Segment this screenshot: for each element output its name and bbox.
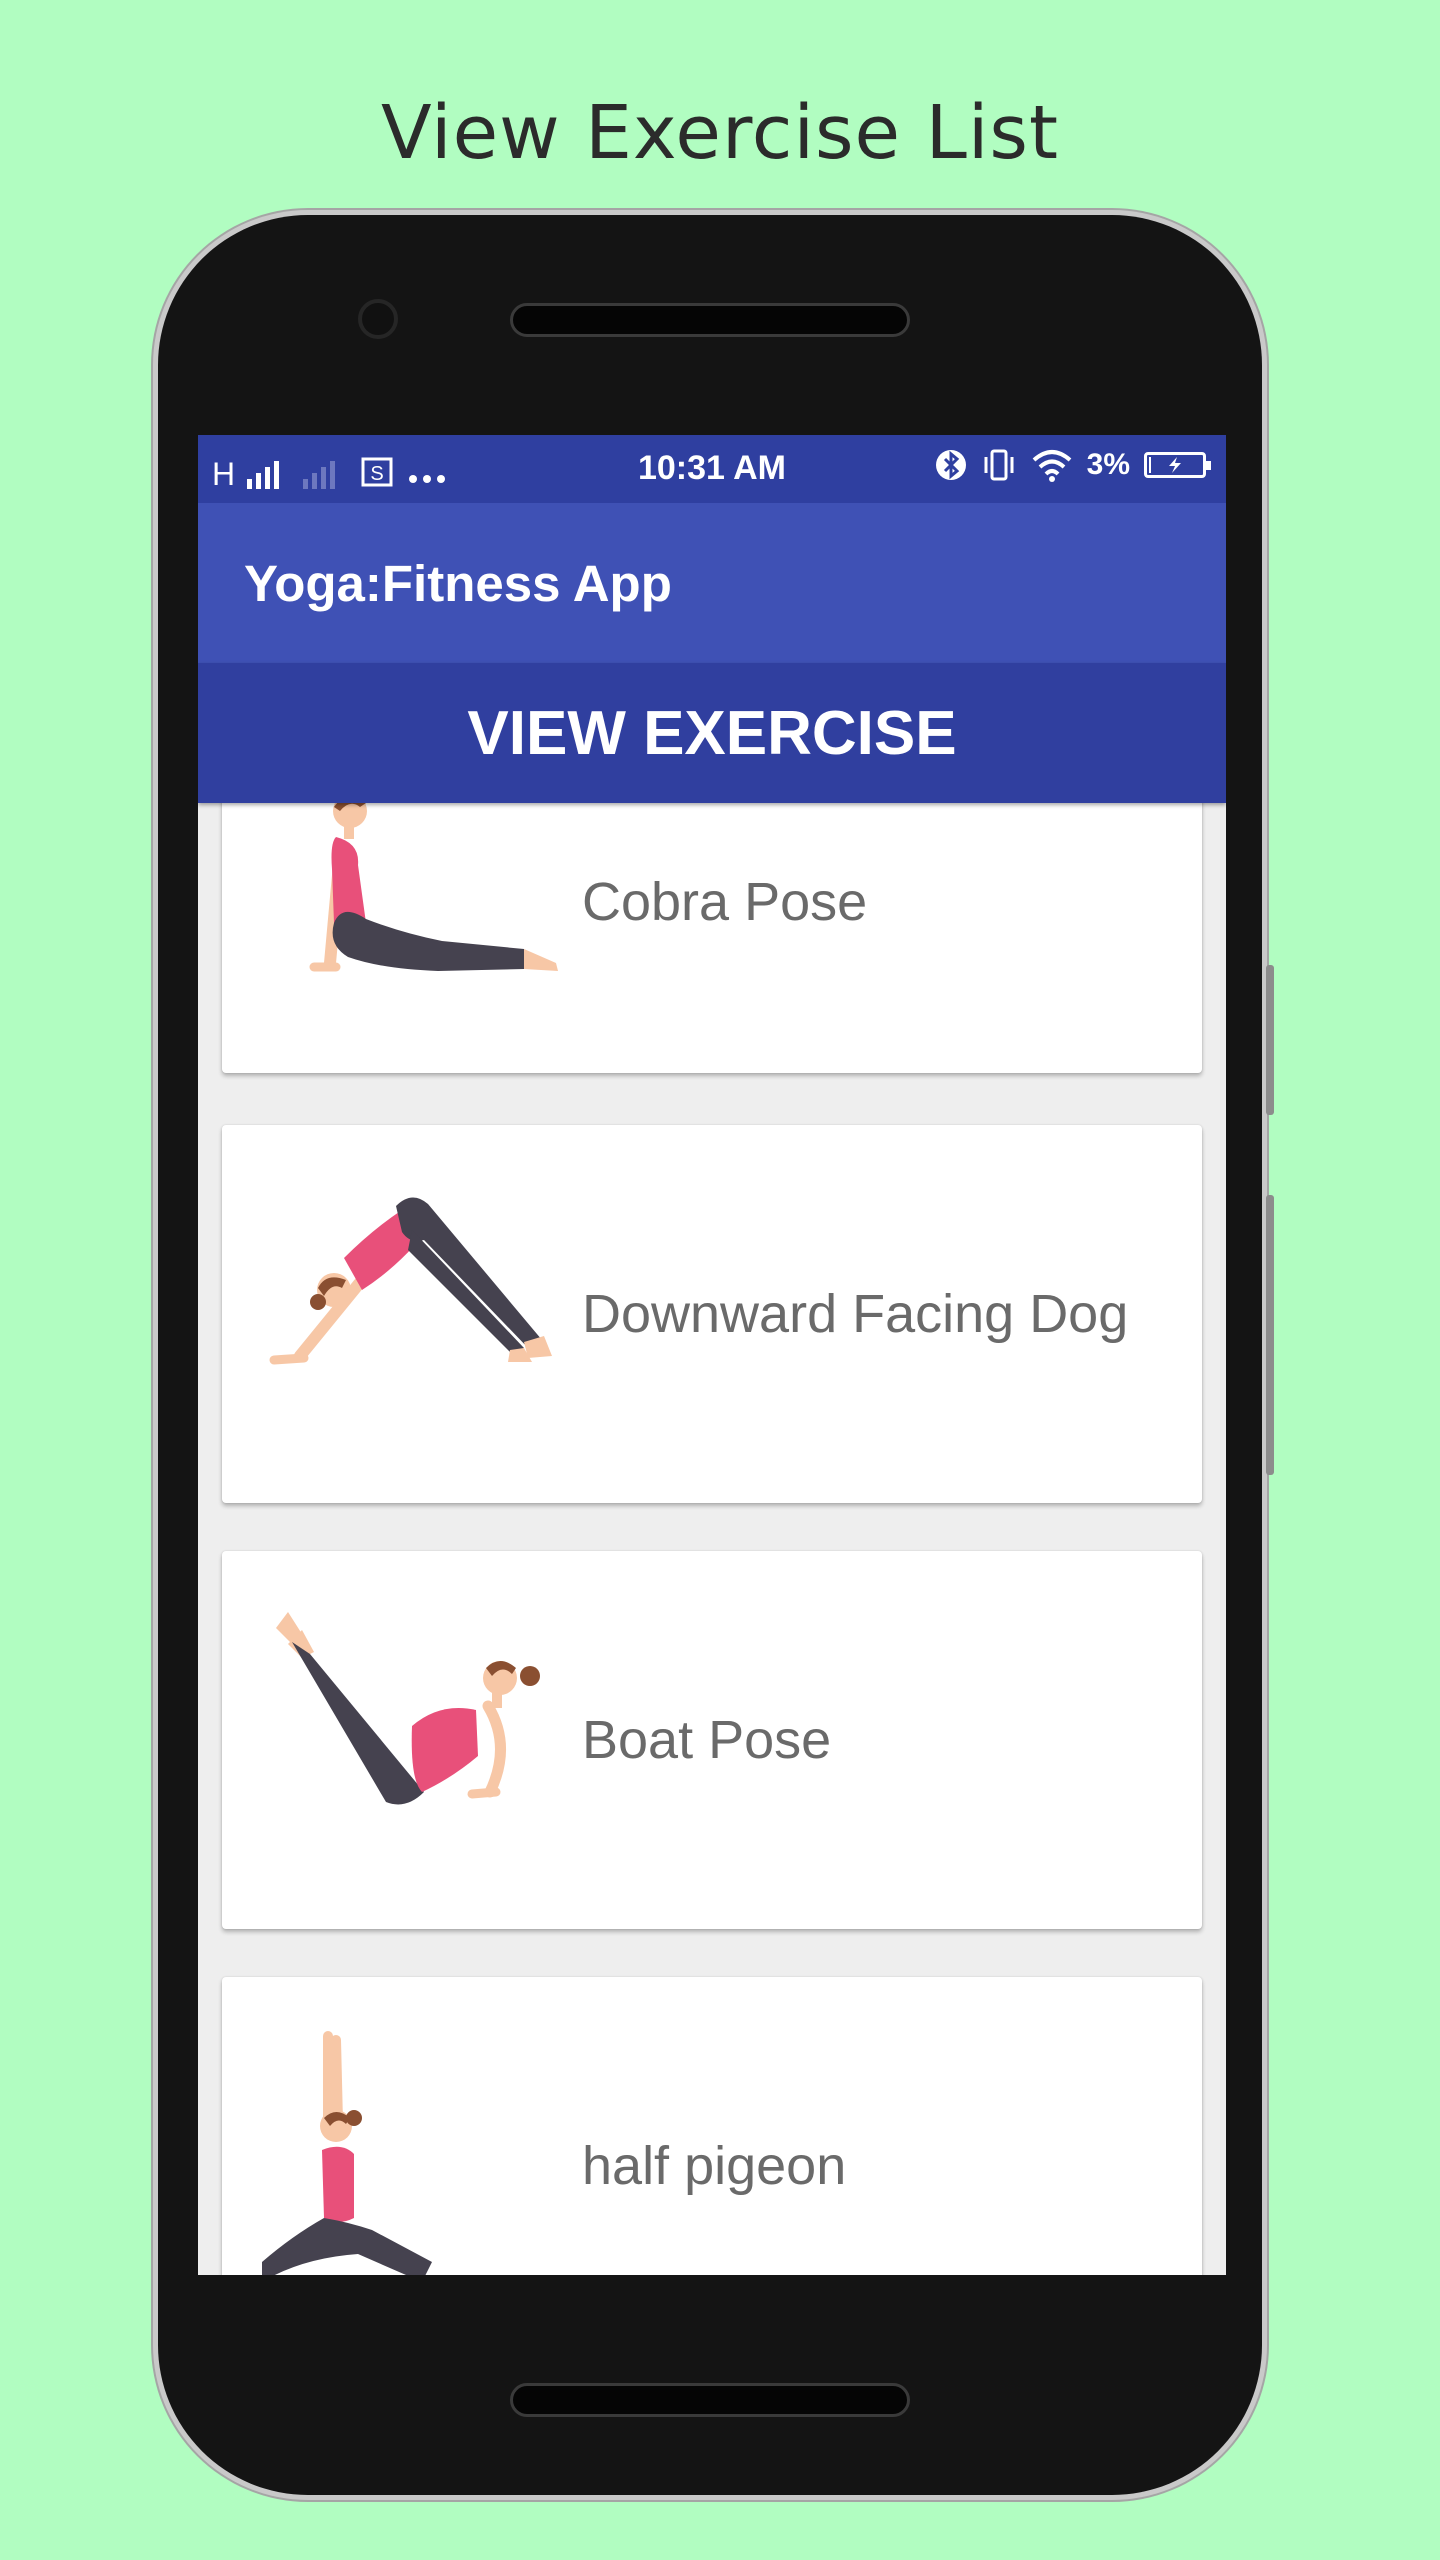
- phone-frame: H S 10:31 AM 3% Yoga:Fitness App VIEW EX…: [158, 215, 1274, 2495]
- exercise-card[interactable]: Downward Facing Dog: [222, 1125, 1202, 1503]
- exercise-name: Boat Pose: [582, 1710, 832, 1770]
- wifi-icon: [1032, 450, 1071, 482]
- exercise-list[interactable]: Cobra Pose Downward Facing Dog Boat Pose…: [198, 803, 1226, 2275]
- exercise-card[interactable]: Boat Pose: [222, 1551, 1202, 1929]
- top-speaker: [510, 303, 910, 337]
- exercise-name: Cobra Pose: [582, 872, 868, 932]
- power-button: [1266, 1195, 1274, 1475]
- battery-percent: 3%: [1086, 448, 1130, 481]
- app-title: Yoga:Fitness App: [244, 554, 672, 612]
- app-bar: Yoga:Fitness App: [198, 503, 1226, 663]
- status-bar: H S 10:31 AM 3%: [198, 435, 1226, 503]
- front-camera: [358, 299, 398, 339]
- volume-button: [1266, 965, 1274, 1115]
- half-pigeon-icon: [262, 2031, 432, 2275]
- exercise-card[interactable]: half pigeon: [222, 1977, 1202, 2275]
- bottom-speaker: [510, 2383, 910, 2417]
- view-exercise-button[interactable]: VIEW EXERCISE: [198, 663, 1226, 803]
- boat-pose-icon: [276, 1612, 540, 1805]
- charging-bolt-icon: [1169, 457, 1181, 473]
- exercise-name: Downward Facing Dog: [582, 1284, 1129, 1344]
- cobra-pose-icon: [309, 803, 558, 972]
- page-caption: View Exercise List: [381, 90, 1059, 176]
- bluetooth-icon: [935, 450, 966, 480]
- battery-icon: [1144, 452, 1211, 478]
- exercise-card[interactable]: Cobra Pose: [222, 803, 1202, 1073]
- exercise-name: half pigeon: [582, 2136, 847, 2196]
- downward-dog-icon: [269, 1197, 552, 1365]
- vibrate-icon: [984, 449, 1014, 481]
- phone-screen: H S 10:31 AM 3% Yoga:Fitness App VIEW EX…: [198, 435, 1226, 2275]
